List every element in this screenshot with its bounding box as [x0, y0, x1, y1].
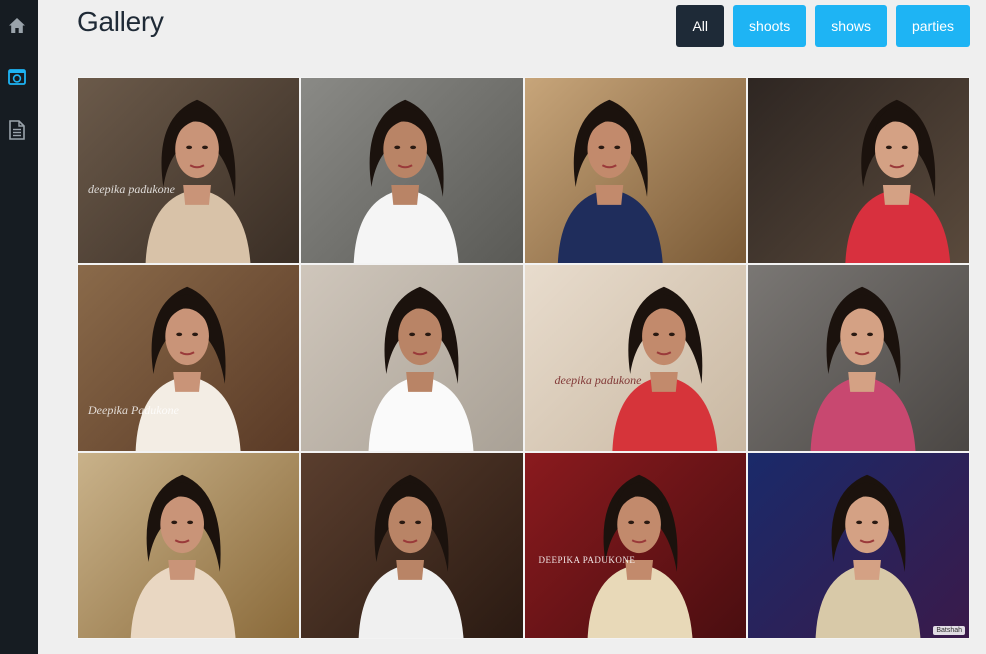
gallery-image[interactable]: [300, 264, 524, 452]
gallery-icon[interactable]: [7, 67, 27, 87]
gallery-grid: deepika padukone Deepika Padukone deepik…: [77, 77, 970, 639]
gallery-image[interactable]: Deepika Padukone: [77, 264, 301, 452]
filter-all-button[interactable]: All: [676, 5, 725, 47]
portrait-photo: [145, 99, 251, 264]
photo-watermark: DEEPIKA PADUKONE: [538, 554, 636, 565]
portrait-photo: [358, 474, 464, 638]
gallery-image[interactable]: [746, 264, 970, 452]
gallery-image[interactable]: [300, 451, 524, 639]
photo-watermark: deepika padukone: [88, 182, 175, 196]
gallery-image[interactable]: [300, 77, 524, 265]
filter-parties-button[interactable]: parties: [895, 5, 970, 47]
page-title: Gallery: [77, 6, 164, 37]
sidebar: [0, 0, 38, 654]
portrait-photo: [135, 287, 241, 451]
portrait-photo: [557, 99, 663, 264]
gallery-image[interactable]: [523, 77, 747, 265]
portrait-photo: [845, 99, 950, 264]
gallery-image[interactable]: deepika padukone: [523, 264, 747, 452]
main-content: Gallery All shoots shows parties deepika…: [38, 0, 986, 654]
portrait-photo: [611, 287, 717, 451]
filter-shows-button[interactable]: shows: [815, 5, 887, 47]
gallery-image[interactable]: DEEPIKA PADUKONE: [523, 451, 747, 639]
photo-watermark: Deepika Padukone: [88, 403, 179, 418]
home-icon[interactable]: [7, 15, 27, 35]
portrait-photo: [810, 287, 916, 451]
portrait-photo: [130, 474, 236, 638]
portrait-photo: [587, 474, 692, 638]
portrait-photo: [815, 474, 921, 638]
filter-bar: All shoots shows parties: [676, 5, 970, 47]
gallery-image[interactable]: [746, 77, 970, 265]
document-icon[interactable]: [7, 120, 27, 140]
gallery-image[interactable]: deepika padukone: [77, 77, 301, 265]
gallery-image[interactable]: [77, 451, 301, 639]
filter-shoots-button[interactable]: shoots: [733, 5, 807, 47]
photo-watermark: Batshah: [933, 625, 965, 635]
portrait-photo: [368, 287, 474, 451]
portrait-photo: [354, 99, 459, 264]
photo-watermark: deepika padukone: [554, 373, 642, 388]
gallery-image[interactable]: Batshah: [746, 451, 970, 639]
